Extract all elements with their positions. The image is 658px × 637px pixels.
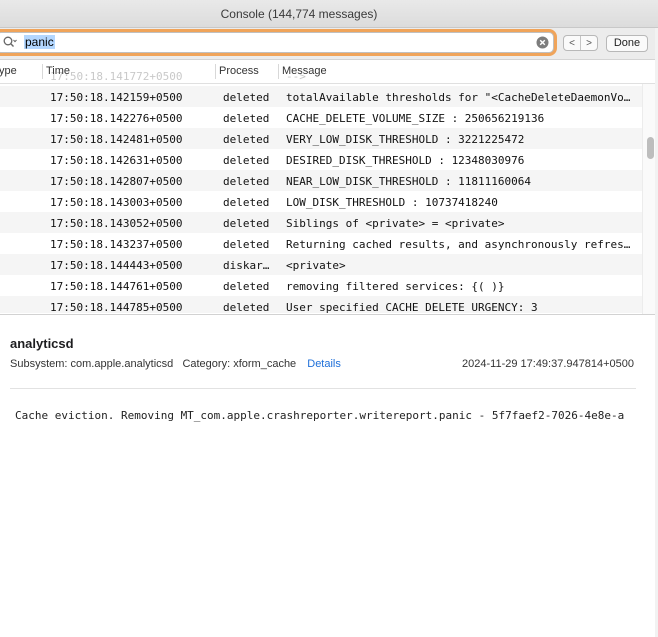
row-process: deleted xyxy=(223,238,270,251)
table-row[interactable]: 17:50:18.142631+0500 deleted DESIRED_DISK_… xyxy=(0,149,642,170)
search-box[interactable]: panic xyxy=(0,32,554,53)
row-time: 17:50:18.142276+0500 xyxy=(50,112,183,125)
row-process: deleted xyxy=(223,196,270,209)
row-time: 17:50:18.142159+0500 xyxy=(50,91,183,104)
detail-pane: analyticsd Subsystem: com.apple.analytic… xyxy=(0,315,658,637)
column-divider[interactable] xyxy=(42,64,43,79)
row-time: 17:50:18.144785+0500 xyxy=(50,301,183,313)
row-time: 17:50:18.142807+0500 xyxy=(50,175,183,188)
next-match-button[interactable]: > xyxy=(580,36,597,50)
table-row[interactable]: 17:50:18.144443+0500 diskarbitrationd <pri… xyxy=(0,254,642,275)
column-process[interactable]: Process xyxy=(219,65,259,77)
column-divider[interactable] xyxy=(278,64,279,79)
row-time: 17:50:18.144443+0500 xyxy=(50,259,183,272)
row-process: deleted xyxy=(223,91,270,104)
detail-metadata: Subsystem: com.apple.analyticsd Category… xyxy=(10,358,341,370)
search-nav: < > xyxy=(563,35,598,51)
row-message: VERY_LOW_DISK_THRESHOLD : 3221225472 xyxy=(286,133,525,146)
row-process: deleted xyxy=(223,175,270,188)
row-message: <private> xyxy=(286,259,346,272)
row-message: totalAvailable thresholds for "<CacheDel… xyxy=(286,91,636,104)
row-message: Returning cached results, and asynchrono… xyxy=(286,238,636,251)
category-value: xform_cache xyxy=(233,358,297,370)
previous-match-button[interactable]: < xyxy=(564,36,580,50)
row-message: LOW_DISK_THRESHOLD : 10737418240 xyxy=(286,196,498,209)
row-time: 17:50:18.143237+0500 xyxy=(50,238,183,251)
column-message[interactable]: Message xyxy=(282,65,327,77)
details-link[interactable]: Details xyxy=(307,358,341,370)
row-process: deleted xyxy=(223,280,270,293)
row-message: DESIRED_DISK_THRESHOLD : 12348030976 xyxy=(286,154,525,167)
scrollbar-thumb[interactable] xyxy=(647,137,654,159)
search-toolbar: panic < > Done xyxy=(0,28,658,60)
row-message: CACHE_DELETE_VOLUME_SIZE : 250656219136 xyxy=(286,112,545,125)
row-time: 17:50:18.144761+0500 xyxy=(50,280,183,293)
detail-message: Cache eviction. Removing MT_com.apple.cr… xyxy=(15,409,625,422)
done-button[interactable]: Done xyxy=(606,35,648,52)
log-table: 17:50:18.142159+0500 deleted totalAvailabl… xyxy=(0,86,642,313)
row-time: 17:50:18.143052+0500 xyxy=(50,217,183,230)
search-icon[interactable] xyxy=(3,36,17,50)
table-row[interactable]: 17:50:18.142276+0500 deleted CACHE_DELETE_… xyxy=(0,107,642,128)
row-process: deleted xyxy=(223,133,270,146)
row-message: Siblings of <private> = <private> xyxy=(286,217,505,230)
row-time: 17:50:18.143003+0500 xyxy=(50,196,183,209)
search-query: panic xyxy=(24,35,55,49)
row-process: deleted xyxy=(223,112,270,125)
row-message: User specified CACHE_DELETE_URGENCY: 3 xyxy=(286,301,538,313)
table-row[interactable]: 17:50:18.144761+0500 deleted removing filt… xyxy=(0,275,642,296)
detail-process: analyticsd xyxy=(10,336,74,351)
window-title: Console (144,774 messages) xyxy=(220,7,378,21)
search-input[interactable]: panic xyxy=(24,35,524,50)
row-message: removing filtered services: {( )} xyxy=(286,280,505,293)
category-label: Category: xyxy=(182,358,231,370)
row-process: diskarbitrationd xyxy=(223,259,273,272)
column-divider[interactable] xyxy=(215,64,216,79)
column-time[interactable]: Time xyxy=(46,65,70,77)
table-row[interactable]: 17:50:18.142807+0500 deleted NEAR_LOW_DISK… xyxy=(0,170,642,191)
table-row[interactable]: 17:50:18.144785+0500 deleted User specifie… xyxy=(0,296,642,313)
subsystem-label: Subsystem: xyxy=(10,358,68,370)
detail-divider xyxy=(10,388,636,389)
table-row[interactable]: 17:50:18.143052+0500 deleted Siblings of <… xyxy=(0,212,642,233)
subsystem-value: com.apple.analyticsd xyxy=(70,358,174,370)
table-row[interactable]: 17:50:18.143003+0500 deleted LOW_DISK_THRE… xyxy=(0,191,642,212)
row-time: 17:50:18.142631+0500 xyxy=(50,154,183,167)
title-bar: Console (144,774 messages) xyxy=(0,0,658,28)
row-process: deleted xyxy=(223,217,270,230)
detail-timestamp: 2024-11-29 17:49:37.947814+0500 xyxy=(462,358,634,370)
row-process: deleted xyxy=(223,301,270,313)
table-row[interactable]: 17:50:18.143237+0500 deleted Returning cac… xyxy=(0,233,642,254)
row-time: 17:50:18.142481+0500 xyxy=(50,133,183,146)
table-row[interactable]: 17:50:18.142481+0500 deleted VERY_LOW_DISK… xyxy=(0,128,642,149)
column-type[interactable]: ype xyxy=(0,65,17,77)
table-header: 17:50:18.141772+0500 --> ype Time Proces… xyxy=(0,60,658,84)
table-row[interactable]: 17:50:18.142159+0500 deleted totalAvailabl… xyxy=(0,86,642,107)
row-message: NEAR_LOW_DISK_THRESHOLD : 11811160064 xyxy=(286,175,532,188)
row-process: deleted xyxy=(223,154,270,167)
clear-icon[interactable] xyxy=(536,36,549,49)
